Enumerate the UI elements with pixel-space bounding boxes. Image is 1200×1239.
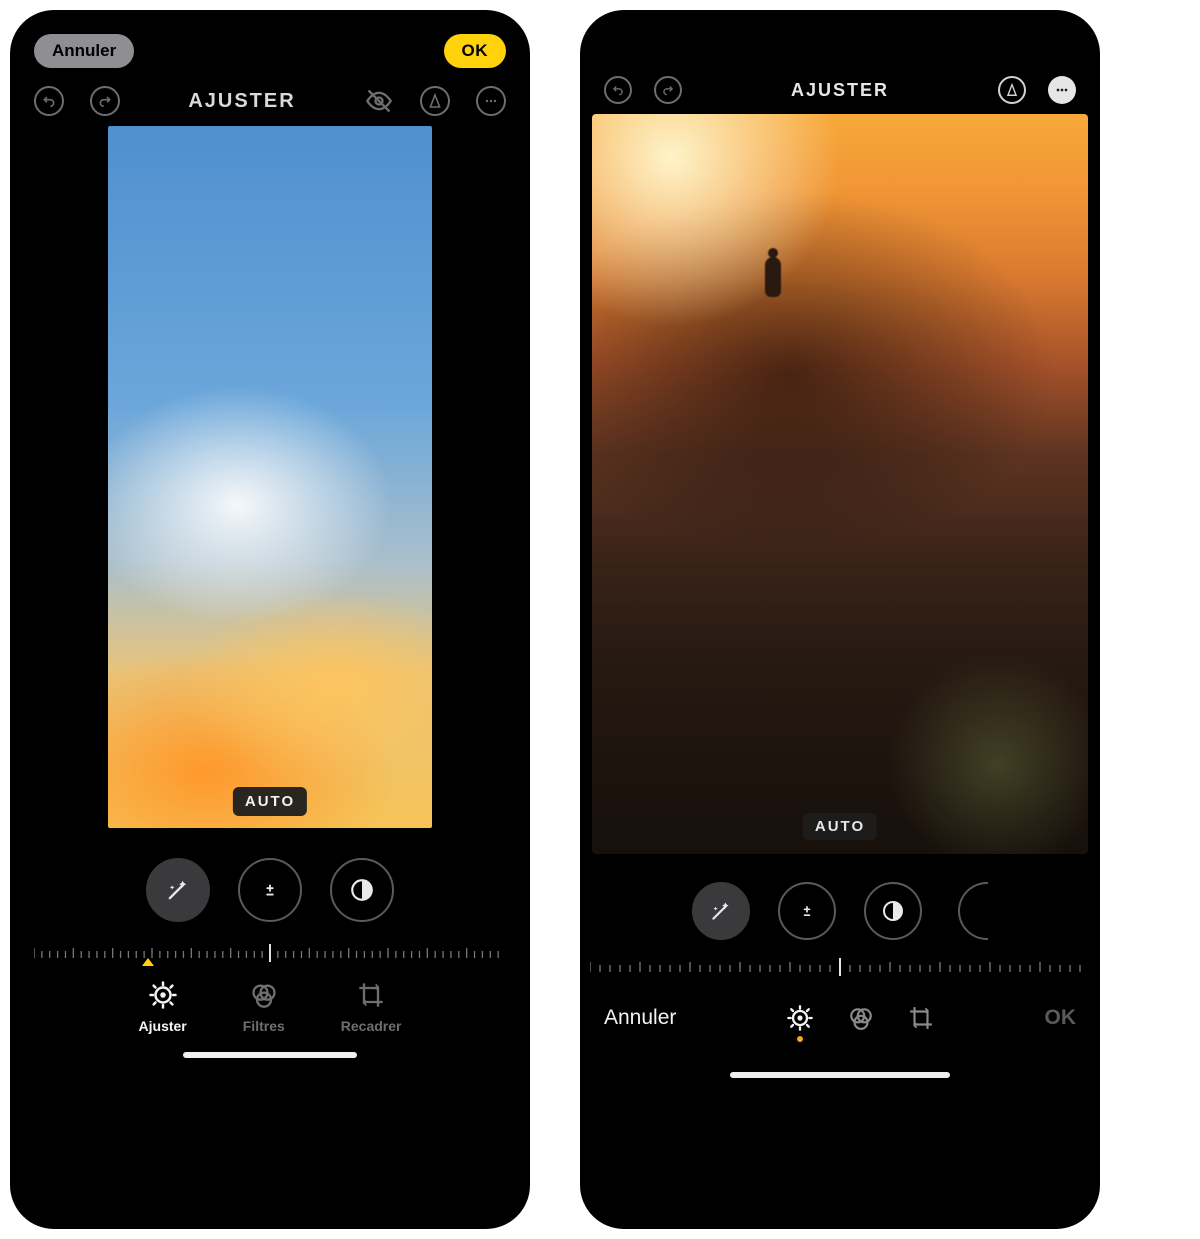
more-icon[interactable] bbox=[1048, 76, 1076, 104]
tab-crop[interactable]: Recadrer bbox=[341, 980, 402, 1034]
more-icon[interactable] bbox=[476, 86, 506, 116]
crop-icon bbox=[357, 980, 385, 1010]
wand-button[interactable] bbox=[692, 882, 750, 940]
photo-canvas[interactable]: AUTO bbox=[592, 114, 1088, 854]
exposure-button[interactable] bbox=[778, 882, 836, 940]
ok-button[interactable]: OK bbox=[444, 34, 507, 68]
home-indicator[interactable] bbox=[183, 1052, 357, 1058]
brightness-button[interactable] bbox=[864, 882, 922, 940]
phone-right: AJUSTER AUTO bbox=[580, 10, 1100, 1229]
redo-icon[interactable] bbox=[90, 86, 120, 116]
filters-icon bbox=[250, 980, 278, 1010]
silhouette bbox=[762, 248, 784, 304]
cancel-button[interactable]: Annuler bbox=[604, 1006, 676, 1030]
phone-left: Annuler OK AJUSTER AUTO bbox=[10, 10, 530, 1229]
markup-icon[interactable] bbox=[420, 86, 450, 116]
top-bar: Annuler OK bbox=[10, 10, 530, 72]
brightness-button[interactable] bbox=[330, 858, 394, 922]
tab-label: Recadrer bbox=[341, 1018, 402, 1034]
tab-label: Filtres bbox=[243, 1018, 285, 1034]
tab-filters[interactable]: Filtres bbox=[243, 980, 285, 1034]
bottom-bar: Annuler OK bbox=[580, 978, 1100, 1044]
adjust-dial-icon bbox=[148, 980, 178, 1010]
bottom-tabs bbox=[786, 1004, 934, 1032]
auto-badge[interactable]: AUTO bbox=[233, 787, 307, 816]
edit-toolbar: AJUSTER bbox=[10, 72, 530, 122]
crop-icon bbox=[908, 1005, 934, 1031]
toolbar-title: AJUSTER bbox=[791, 80, 889, 101]
tab-label: Ajuster bbox=[139, 1018, 187, 1034]
tab-adjust[interactable] bbox=[786, 1004, 814, 1032]
cancel-button[interactable]: Annuler bbox=[34, 34, 134, 68]
undo-icon[interactable] bbox=[34, 86, 64, 116]
value-ruler[interactable] bbox=[590, 956, 1090, 978]
bottom-tabs: Ajuster Filtres Recadrer bbox=[10, 966, 530, 1048]
exposure-button[interactable] bbox=[238, 858, 302, 922]
adjust-controls bbox=[10, 828, 530, 930]
lens-flare bbox=[868, 634, 1088, 854]
adjust-controls bbox=[580, 854, 1100, 946]
home-indicator[interactable] bbox=[730, 1072, 950, 1078]
toolbar-title: AJUSTER bbox=[188, 90, 295, 113]
adjust-dial-icon bbox=[786, 1004, 814, 1032]
tab-filters[interactable] bbox=[848, 1005, 874, 1031]
edit-toolbar: AJUSTER bbox=[580, 10, 1100, 114]
photo-preview bbox=[108, 126, 432, 828]
active-tab-caret-icon bbox=[142, 958, 154, 966]
wand-button[interactable] bbox=[146, 858, 210, 922]
tab-adjust[interactable]: Ajuster bbox=[139, 980, 187, 1034]
undo-icon[interactable] bbox=[604, 76, 632, 104]
next-adjust-button[interactable] bbox=[958, 882, 988, 940]
photo-canvas[interactable]: AUTO bbox=[108, 126, 432, 828]
redo-icon[interactable] bbox=[654, 76, 682, 104]
filters-icon bbox=[848, 1005, 874, 1031]
auto-badge[interactable]: AUTO bbox=[803, 813, 877, 840]
markup-icon[interactable] bbox=[998, 76, 1026, 104]
value-ruler[interactable] bbox=[34, 940, 506, 966]
eye-off-icon[interactable] bbox=[364, 86, 394, 116]
tab-crop[interactable] bbox=[908, 1005, 934, 1031]
ok-button[interactable]: OK bbox=[1044, 1006, 1076, 1030]
